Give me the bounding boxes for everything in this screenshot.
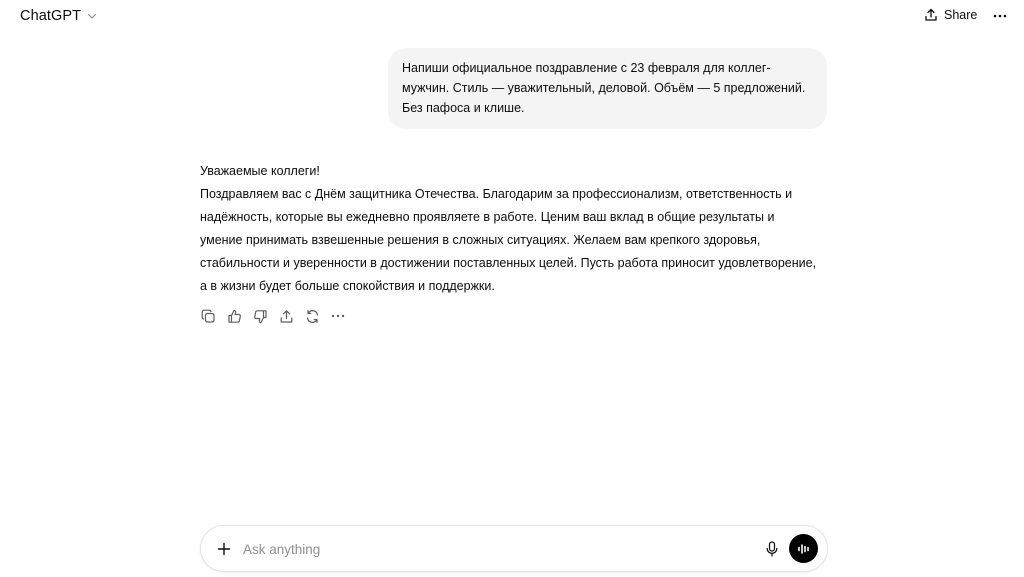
more-actions-button[interactable] (330, 308, 346, 324)
message-actions (200, 308, 346, 324)
plus-icon (217, 542, 231, 556)
dictate-button[interactable] (763, 540, 781, 558)
regenerate-button[interactable] (304, 308, 320, 324)
assistant-message: Уважаемые коллеги! Поздравляем вас с Днё… (200, 160, 820, 298)
share-icon (925, 8, 937, 21)
assistant-greeting: Уважаемые коллеги! (200, 164, 320, 178)
voice-mode-button[interactable] (789, 534, 818, 563)
more-options-button[interactable] (990, 8, 1010, 24)
copy-icon (201, 309, 215, 323)
microphone-icon (766, 541, 778, 557)
attach-button[interactable] (215, 540, 233, 558)
model-name: ChatGPT (20, 8, 82, 24)
chevron-down-icon (88, 13, 97, 19)
share-button[interactable]: Share (924, 8, 977, 22)
copy-button[interactable] (200, 308, 216, 324)
thumbs-up-icon (227, 309, 241, 323)
assistant-body: Поздравляем вас с Днём защитника Отечест… (200, 187, 817, 293)
share-message-button[interactable] (278, 308, 294, 324)
thumbs-down-icon (253, 309, 267, 323)
thumbs-up-button[interactable] (226, 308, 242, 324)
model-selector[interactable]: ChatGPT (20, 8, 97, 24)
share-icon (280, 309, 292, 323)
composer (200, 525, 828, 572)
share-label: Share (944, 8, 978, 22)
more-icon (331, 314, 345, 318)
user-message: Напиши официальное поздравление с 23 фев… (388, 48, 827, 129)
thumbs-down-button[interactable] (252, 308, 268, 324)
regenerate-icon (306, 309, 318, 323)
ellipsis-icon (993, 14, 1007, 18)
prompt-input[interactable] (243, 538, 743, 560)
waveform-icon (797, 543, 809, 554)
top-bar: ChatGPT Share (0, 0, 1024, 34)
